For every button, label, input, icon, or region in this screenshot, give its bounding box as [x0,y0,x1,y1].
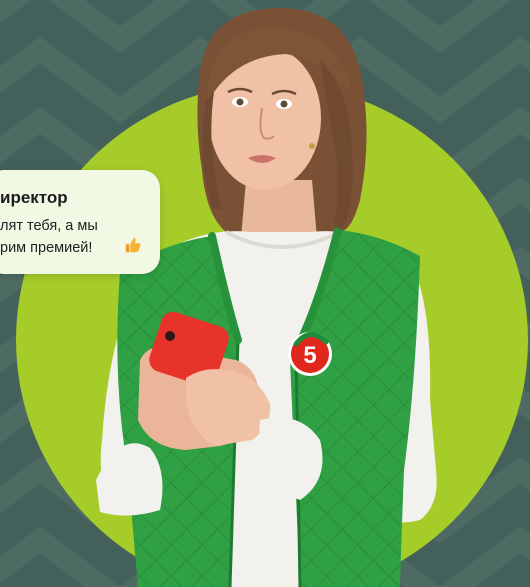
logo-number: 5 [303,342,316,369]
bubble-title: иректор [0,188,68,207]
chat-bubble: иректор лят тебя, а мы рим премией! [0,170,160,274]
promo-banner: 5 иректор лят тебя, а мы рим премией! [0,0,530,587]
employee-photo: 5 [96,8,437,587]
bubble-line-1: лят тебя, а мы [0,218,98,234]
thumbs-up-icon [125,237,141,253]
bubble-line-2: рим премией! [0,240,93,256]
